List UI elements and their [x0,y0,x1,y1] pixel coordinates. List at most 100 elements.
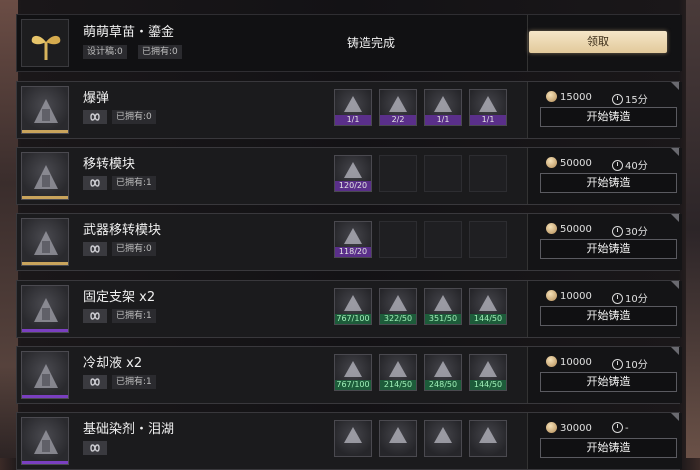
empty-material-slot [379,155,417,192]
craft-cost: 30000 [546,422,592,434]
material-icon [434,96,452,112]
material-icon [389,295,407,311]
material-slot[interactable]: 767/100 [334,288,372,325]
recipe-name: 基础染剂・泪湖 [83,422,175,437]
coin-icon [546,91,557,102]
craft-time: 30分 [612,223,648,238]
owned-count-chip: 已拥有:0 [112,110,156,124]
design-count-chip: 设计稿:0 [83,45,127,59]
material-count: 120/20 [335,181,371,191]
coin-icon [546,356,557,367]
craft-time: 40分 [612,157,648,172]
craft-time-value: - [625,423,629,434]
material-icon [389,96,407,112]
craft-time: 10分 [612,290,648,305]
claim-button[interactable]: 领取 [529,31,667,53]
recipe-item-thumbnail[interactable] [21,152,69,200]
empty-material-slot [379,221,417,258]
material-icon [434,361,452,377]
owned-count-chip: 已拥有:1 [112,309,156,323]
featured-item-thumbnail [21,19,69,67]
row-corner-marker [671,82,679,90]
recipe-name: 武器移转模块 [83,223,162,238]
infinity-icon [83,375,107,389]
item-icon [34,430,58,454]
material-icon [479,427,497,443]
craft-status-text: 铸造完成 [347,36,396,50]
recipe-row: 固定支架 x2 已拥有:1 767/100 322/50 351/50 144/50 100… [16,280,682,338]
material-slot[interactable]: 118/20 [334,221,372,258]
material-icon [434,295,452,311]
material-slot[interactable] [424,420,462,457]
start-craft-button[interactable]: 开始铸造 [540,438,677,458]
material-slot[interactable]: 1/1 [334,89,372,126]
craft-action-panel: 50000 30分 开始铸造 [527,214,682,270]
material-slot[interactable]: 322/50 [379,288,417,325]
craft-cost: 10000 [546,290,592,302]
material-slot[interactable]: 2/2 [379,89,417,126]
start-craft-button[interactable]: 开始铸造 [540,107,677,127]
material-slot[interactable]: 351/50 [424,288,462,325]
clock-icon [612,94,623,105]
material-count: 1/1 [425,115,461,125]
craft-time-value: 10分 [625,360,648,371]
row-corner-marker [671,413,679,421]
infinity-icon [83,309,107,323]
recipe-item-thumbnail[interactable] [21,285,69,333]
material-count: 214/50 [380,380,416,390]
craft-time: 15分 [612,91,648,106]
craft-time-value: 15分 [625,95,648,106]
recipe-item-thumbnail[interactable] [21,351,69,399]
craft-cost: 50000 [546,157,592,169]
recipe-item-thumbnail[interactable] [21,86,69,134]
material-icon [344,427,362,443]
material-count: 144/50 [470,314,506,324]
right-edge-decoration [686,0,700,458]
craft-cost-value: 15000 [560,92,592,103]
material-count: 2/2 [380,115,416,125]
material-slot[interactable]: 248/50 [424,354,462,391]
item-icon [34,99,58,123]
start-craft-button[interactable]: 开始铸造 [540,239,677,259]
infinity-icon [83,110,107,124]
row-corner-marker [671,148,679,156]
recipe-name: 固定支架 x2 [83,290,156,305]
clock-icon [612,359,623,370]
material-icon [344,295,362,311]
material-icon [344,228,362,244]
material-slot[interactable]: 144/50 [469,354,507,391]
clock-icon [612,422,623,433]
craft-action-panel: 50000 40分 开始铸造 [527,148,682,204]
material-icon [479,361,497,377]
material-slot[interactable] [469,420,507,457]
craft-cost: 10000 [546,356,592,368]
start-craft-button[interactable]: 开始铸造 [540,306,677,326]
material-slot[interactable] [334,420,372,457]
rarity-bar [22,130,68,133]
start-craft-button[interactable]: 开始铸造 [540,372,677,392]
clock-icon [612,160,623,171]
material-slot[interactable]: 1/1 [469,89,507,126]
craft-action-panel: 10000 10分 开始铸造 [527,347,682,403]
material-slot[interactable]: 120/20 [334,155,372,192]
craft-action-panel: 15000 15分 开始铸造 [527,82,682,138]
material-slot[interactable]: 144/50 [469,288,507,325]
material-count: 322/50 [380,314,416,324]
material-slot[interactable] [379,420,417,457]
material-slot[interactable]: 767/100 [334,354,372,391]
owned-count-chip: 已拥有:0 [138,45,182,59]
craft-cost-value: 50000 [560,158,592,169]
item-icon [34,165,58,189]
rarity-bar [22,395,68,398]
material-slot[interactable]: 1/1 [424,89,462,126]
rarity-bar [22,329,68,332]
recipe-item-thumbnail[interactable] [21,218,69,266]
recipe-row: 基础染剂・泪湖 30000 - 开始铸造 [16,412,682,470]
row-corner-marker [671,347,679,355]
craft-time-value: 30分 [625,227,648,238]
recipe-row: 爆弹 已拥有:0 1/1 2/2 1/1 1/1 15000 15分 开始铸造 [16,81,682,139]
start-craft-button[interactable]: 开始铸造 [540,173,677,193]
material-icon [344,96,362,112]
material-slot[interactable]: 214/50 [379,354,417,391]
clock-icon [612,293,623,304]
